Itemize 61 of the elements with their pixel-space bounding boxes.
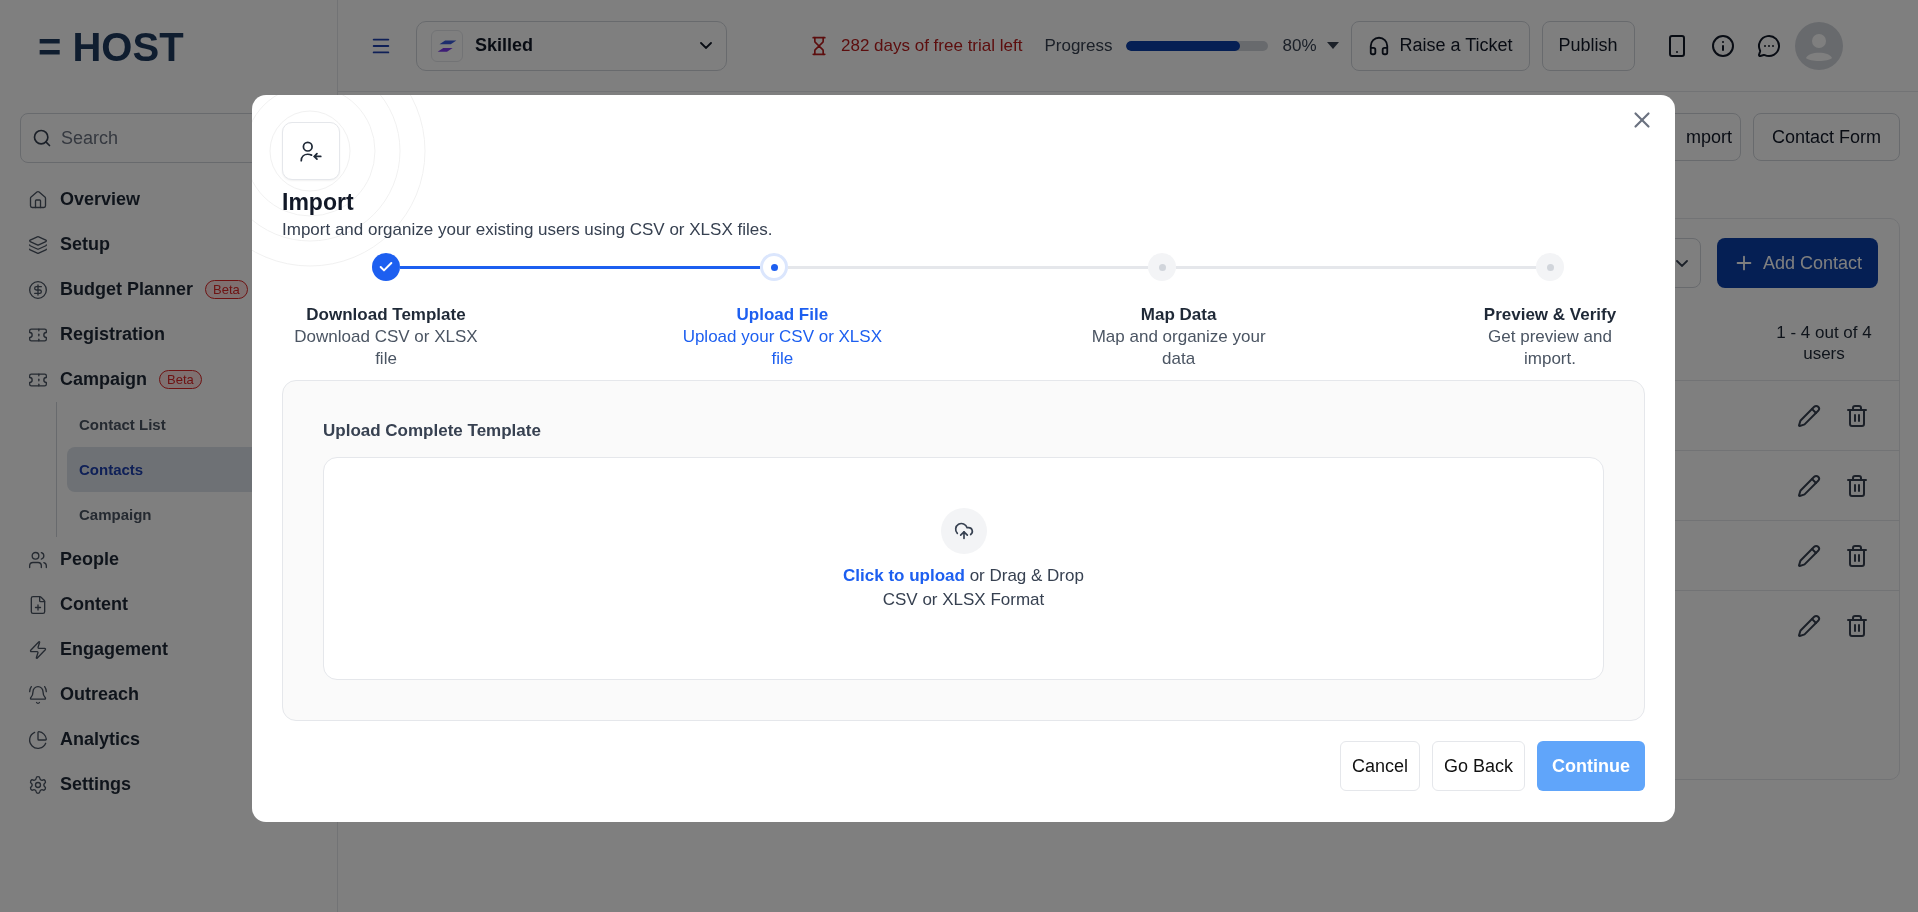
record-count: 1 - 4 out of 4 users bbox=[1775, 322, 1873, 364]
upload-label: Upload Complete Template bbox=[323, 421, 542, 441]
info-icon[interactable] bbox=[1710, 33, 1735, 58]
go-back-button[interactable]: Go Back bbox=[1431, 741, 1525, 791]
sidebar-item-icon bbox=[28, 639, 48, 660]
chat-icon[interactable] bbox=[1756, 33, 1781, 58]
sidebar-item-icon bbox=[28, 279, 48, 300]
beta-badge: Beta bbox=[159, 370, 202, 389]
add-contact-button[interactable]: Add Contact bbox=[1716, 238, 1878, 288]
format-hint: CSV or XLSX Format bbox=[882, 589, 1045, 610]
delete-icon[interactable] bbox=[1845, 613, 1869, 638]
step-title: Upload File bbox=[735, 304, 830, 326]
caret-icon[interactable] bbox=[1326, 41, 1339, 50]
sidebar-item[interactable]: Analytics bbox=[20, 717, 320, 762]
upload-instructions: Click to upload or Drag & Drop bbox=[843, 565, 1084, 586]
sidebar-item[interactable]: Content bbox=[20, 582, 320, 627]
beta-badge: Beta bbox=[205, 280, 248, 299]
delete-icon[interactable] bbox=[1845, 543, 1869, 568]
edit-icon[interactable] bbox=[1797, 613, 1821, 638]
step-description: Upload your CSV or XLSX file bbox=[682, 326, 883, 370]
sidebar-item[interactable]: People bbox=[20, 537, 320, 582]
dialog-title: Import bbox=[282, 189, 355, 216]
edit-icon[interactable] bbox=[1797, 543, 1821, 568]
app-logo: = HOST bbox=[37, 23, 185, 71]
sidebar-item-icon bbox=[28, 594, 48, 615]
progress-reading: 80% bbox=[1282, 35, 1317, 56]
import-user-icon bbox=[282, 122, 340, 180]
sidebar-item[interactable]: Settings bbox=[20, 762, 320, 807]
step-title: Download Template bbox=[305, 304, 467, 326]
progress-label: Progress bbox=[1044, 35, 1113, 56]
edit-icon[interactable] bbox=[1797, 473, 1821, 498]
step-title: Preview & Verify bbox=[1482, 304, 1618, 326]
publish-button[interactable]: Publish bbox=[1541, 20, 1635, 71]
sidebar-item-icon bbox=[28, 549, 48, 570]
sidebar-item-icon bbox=[28, 684, 48, 705]
search-icon bbox=[32, 128, 52, 148]
dialog-subtitle: Import and organize your existing users using CSV or XLSX files. bbox=[282, 220, 774, 240]
sidebar-item[interactable]: Engagement bbox=[20, 627, 320, 672]
upload-dropzone[interactable]: Click to upload or Drag & Drop CSV or XLSX Format bbox=[323, 457, 1604, 680]
step-description: Map and organize your data bbox=[1090, 326, 1267, 370]
step-description: Get preview and import. bbox=[1487, 326, 1613, 370]
chevron-down-icon bbox=[1675, 259, 1688, 267]
raise-ticket-button[interactable]: Raise a Ticket bbox=[1350, 20, 1530, 71]
chevron-down-icon bbox=[700, 42, 712, 49]
headphones-icon bbox=[1367, 34, 1390, 57]
trial-notice: 282 days of free trial left bbox=[841, 35, 1023, 56]
cancel-button[interactable]: Cancel bbox=[1339, 741, 1420, 791]
upload-link[interactable]: Click to upload bbox=[843, 565, 965, 585]
delete-icon[interactable] bbox=[1845, 403, 1869, 428]
contact-form-button[interactable]: Contact Form bbox=[1752, 113, 1900, 161]
step-title: Map Data bbox=[1139, 304, 1218, 326]
sidebar-item-icon bbox=[28, 189, 48, 210]
workspace-dropdown[interactable]: Skilled bbox=[416, 20, 727, 71]
sidebar-item-icon bbox=[28, 729, 48, 750]
sidebar-item-icon bbox=[28, 774, 48, 795]
sidebar-item-icon bbox=[28, 234, 48, 255]
sidebar-item[interactable]: Outreach bbox=[20, 672, 320, 717]
delete-icon[interactable] bbox=[1845, 473, 1869, 498]
workspace-logo bbox=[431, 29, 463, 62]
hourglass-icon bbox=[809, 35, 829, 56]
edit-icon[interactable] bbox=[1797, 403, 1821, 428]
